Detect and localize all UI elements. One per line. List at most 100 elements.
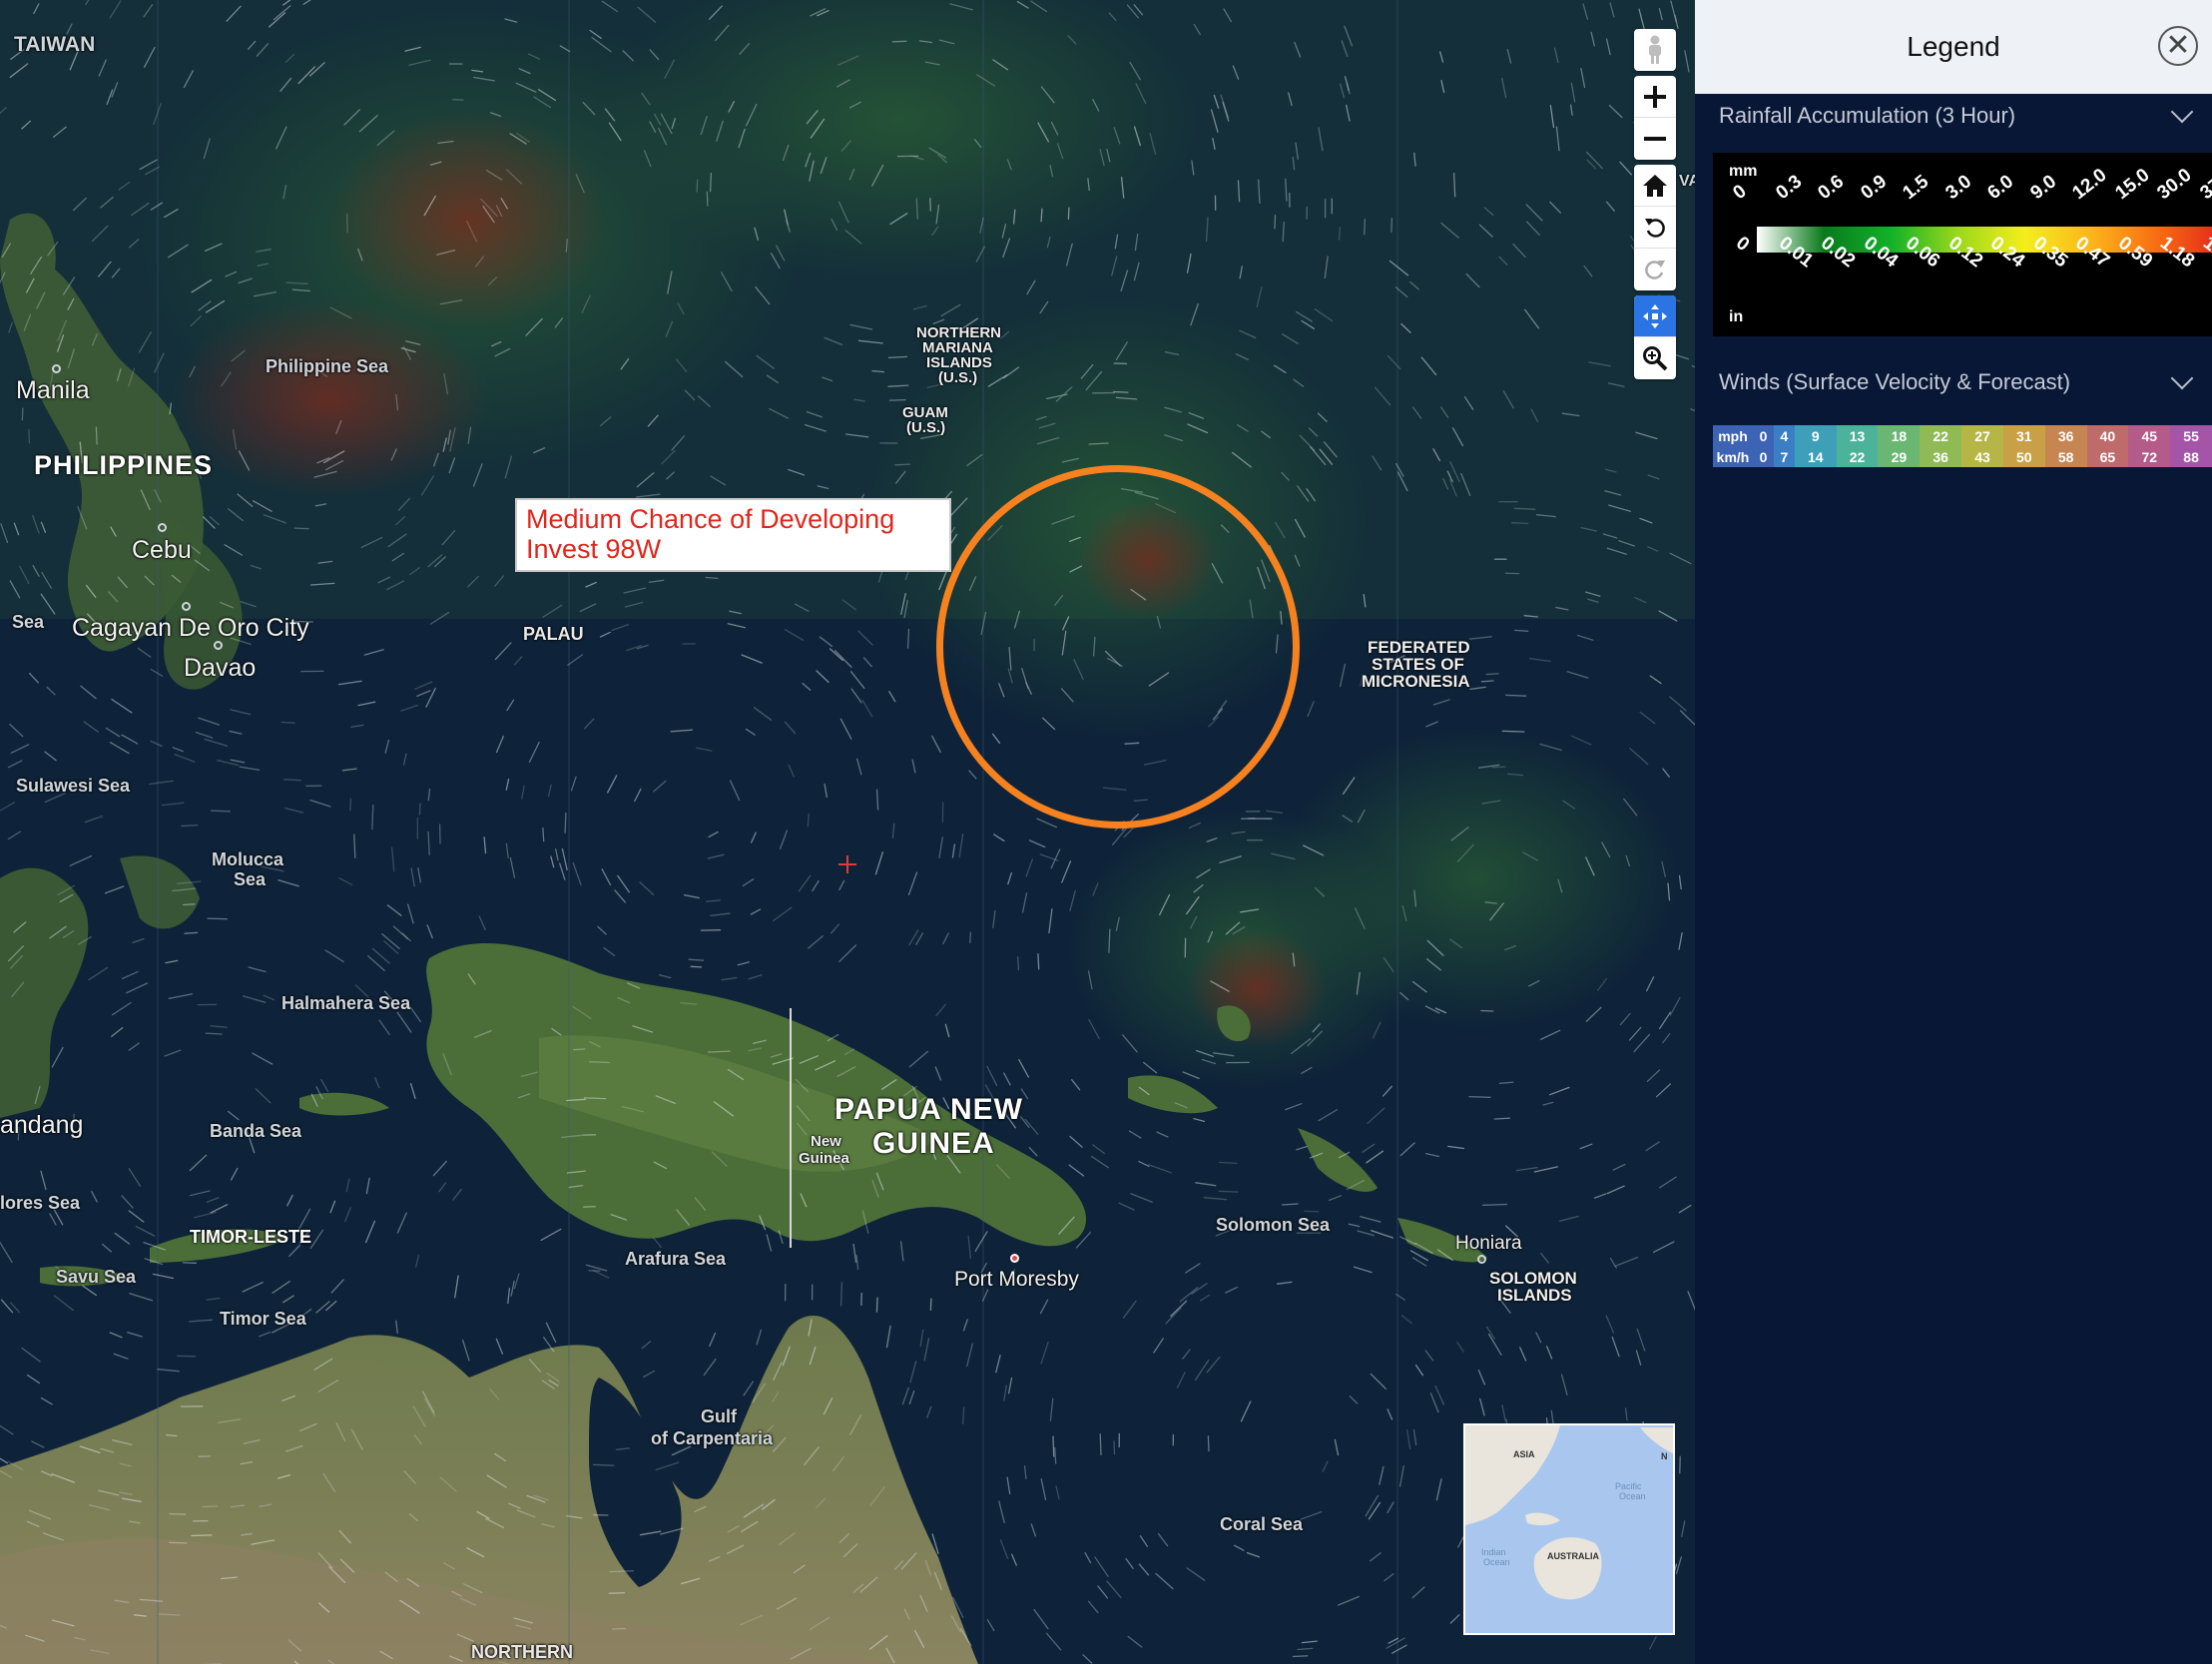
rainfall-scale: mm in 0 0.3 0.6 0.9 1.5 3.0 6.0 9.0 12.0 15.0 30.0…: [1713, 153, 2212, 336]
rainfall-unit-in: in: [1729, 308, 1744, 325]
wind-mph-unit: mph: [1713, 425, 1753, 446]
wind-mph-value: 45: [2128, 425, 2171, 446]
label-cagayan: Cagayan De Oro City: [72, 614, 309, 642]
label-flores-sea: lores Sea: [0, 1193, 81, 1213]
label-banda-sea: Banda Sea: [210, 1121, 302, 1141]
label-solomon-2: ISLANDS: [1497, 1286, 1572, 1305]
wind-mph-value: 9: [1794, 425, 1837, 446]
legend-title: Legend: [1907, 31, 2000, 62]
city-dot-cagayan: [182, 602, 191, 611]
wind-mph-value: 55: [2170, 425, 2212, 446]
rotate-left-icon[interactable]: [1634, 207, 1676, 249]
street-view-person-icon[interactable]: [1634, 29, 1676, 71]
wind-kmh-value: 14: [1794, 446, 1837, 467]
invest-98w-circle: [936, 465, 1300, 829]
label-coral-sea: Coral Sea: [1220, 1514, 1304, 1534]
city-dot-honiara: [1477, 1255, 1486, 1264]
close-icon[interactable]: ✕: [2158, 26, 2198, 66]
legend-header: Legend ✕: [1695, 0, 2212, 94]
map-center-crosshair: [838, 855, 856, 873]
rainfall-mm-tick: 0.9: [1857, 171, 1891, 205]
overview-land: [1465, 1425, 1673, 1600]
label-sulawesi-sea: Sulawesi Sea: [16, 776, 131, 796]
label-gulf-1: Gulf: [701, 1406, 737, 1426]
rotate-right-icon[interactable]: [1634, 249, 1676, 290]
city-dot-manila: [52, 364, 61, 373]
overview-map[interactable]: ASIA N Pacific Ocean Indian Ocean AUSTRA…: [1463, 1423, 1675, 1635]
wind-kmh-value: 50: [2002, 446, 2045, 467]
wind-speed-scale: mph 0 4 9 13 18 22 27 31 36 40 45 55 km/h 0 7 14 22 29 3…: [1713, 425, 2212, 467]
winds-heading: Winds (Surface Velocity & Forecast): [1719, 369, 2071, 394]
overview-label-n: N: [1661, 1451, 1668, 1461]
pan-move-icon[interactable]: [1634, 295, 1676, 337]
home-icon[interactable]: [1634, 165, 1676, 207]
wind-kmh-value: 0: [1753, 446, 1774, 467]
label-sea-left: Sea: [12, 612, 45, 632]
label-gulf-2: of Carpentaria: [651, 1428, 774, 1448]
rainfall-mm-tick: 0.3: [1771, 171, 1806, 205]
label-philippines: PHILIPPINES: [34, 450, 214, 480]
label-honiara: Honiara: [1455, 1233, 1522, 1254]
overview-label-indian-1: Indian: [1481, 1547, 1506, 1557]
overview-label-asia: ASIA: [1513, 1449, 1535, 1459]
label-edge-va: VA: [1679, 173, 1695, 190]
rainfall-mm-tick: 37.0: [2196, 164, 2212, 205]
label-png-2: GUINEA: [872, 1127, 995, 1160]
satellite-basemap: [0, 0, 1695, 1664]
wind-mph-value: 36: [2044, 425, 2087, 446]
overview-label-indian-2: Ocean: [1483, 1557, 1510, 1567]
label-cebu: Cebu: [132, 536, 192, 564]
label-new-guinea-1: New: [811, 1133, 841, 1150]
zoom-in-icon[interactable]: [1634, 76, 1676, 118]
wind-kmh-value: 22: [1836, 446, 1879, 467]
label-new-guinea-2: Guinea: [799, 1150, 849, 1167]
wind-kmh-value: 65: [2086, 446, 2129, 467]
overview-label-pacific-2: Ocean: [1619, 1491, 1646, 1501]
wind-mph-value: 4: [1773, 425, 1795, 446]
label-molucca-sea-1: Molucca: [212, 849, 284, 869]
wind-kmh-value: 7: [1773, 446, 1795, 467]
map-toolbar: [1634, 29, 1676, 384]
label-andang: andang: [0, 1111, 84, 1139]
overview-label-pacific-1: Pacific: [1615, 1481, 1642, 1491]
label-palau: PALAU: [523, 624, 584, 644]
label-arafura-sea: Arafura Sea: [625, 1249, 727, 1269]
callout-line-2: Invest 98W: [526, 534, 662, 564]
label-port-moresby: Port Moresby: [954, 1268, 1079, 1291]
label-nmi-4: (U.S.): [938, 369, 978, 386]
wind-mph-value: 40: [2086, 425, 2129, 446]
label-manila: Manila: [16, 376, 90, 404]
zoom-box-icon[interactable]: [1634, 337, 1676, 379]
wind-mph-value: 18: [1878, 425, 1921, 446]
wind-kmh-unit: km/h: [1713, 446, 1753, 467]
wind-kmh-value: 88: [2170, 446, 2212, 467]
wind-kmh-value: 58: [2044, 446, 2087, 467]
city-dot-davao: [214, 641, 223, 650]
winds-section-header[interactable]: Winds (Surface Velocity & Forecast): [1695, 360, 2212, 404]
label-northern-territory: NORTHERN: [471, 1642, 573, 1662]
label-philippine-sea: Philippine Sea: [266, 356, 389, 376]
rainfall-in-tick: 0: [1732, 233, 1754, 257]
map-viewport[interactable]: TAIWAN Manila PHILIPPINES Philippine Sea…: [0, 0, 1695, 1664]
zoom-out-icon[interactable]: [1634, 118, 1676, 160]
rainfall-mm-tick: 3.0: [1941, 171, 1975, 205]
rainfall-section-header[interactable]: Rainfall Accumulation (3 Hour): [1695, 94, 2212, 138]
rainfall-mm-tick: 6.0: [1983, 171, 2018, 205]
invest-98w-callout: Medium Chance of Developing Invest 98W: [515, 498, 951, 572]
chevron-down-icon[interactable]: [2170, 100, 2194, 124]
chevron-down-icon[interactable]: [2170, 366, 2194, 390]
label-davao: Davao: [184, 654, 257, 682]
rainfall-heading: Rainfall Accumulation (3 Hour): [1719, 103, 2016, 128]
rainfall-mm-tick: 9.0: [2026, 171, 2061, 205]
wind-kmh-value: 36: [1920, 446, 1962, 467]
rainfall-unit-mm: mm: [1729, 163, 1758, 180]
rainfall-mm-tick: 15.0: [2111, 164, 2154, 205]
label-timor-sea: Timor Sea: [220, 1309, 306, 1329]
label-molucca-sea-2: Sea: [234, 869, 267, 889]
wind-mph-row: mph 0 4 9 13 18 22 27 31 36 40 45 55: [1713, 425, 2212, 446]
winds-section: Winds (Surface Velocity & Forecast): [1695, 360, 2212, 404]
label-solomon-sea: Solomon Sea: [1216, 1215, 1331, 1235]
label-halmahera-sea: Halmahera Sea: [281, 993, 411, 1013]
rainfall-mm-tick: 12.0: [2068, 164, 2111, 205]
rainfall-mm-tick: 30.0: [2153, 164, 2196, 205]
